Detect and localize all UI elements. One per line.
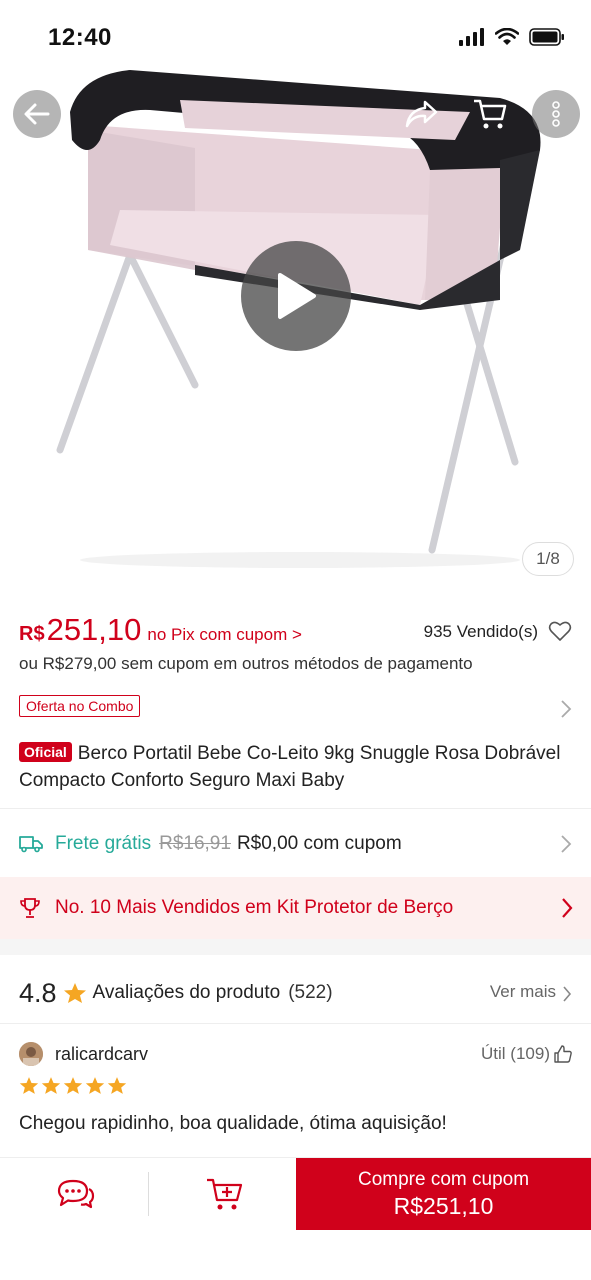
price-currency: R$	[19, 623, 45, 645]
useful-count: Útil (109)	[481, 1044, 550, 1063]
review-text: Chegou rapidinho, boa qualidade, ótima a…	[19, 1113, 447, 1134]
review-item: ralicardcarv Útil (109) Chegou rapidinho…	[19, 1040, 572, 1135]
share-icon	[405, 100, 438, 128]
star-icon	[63, 1077, 83, 1094]
best-seller-ranking[interactable]: No. 10 Mais Vendidos em Kit Protetor de …	[0, 877, 591, 939]
pix-coupon-link[interactable]: no Pix com cupom >	[147, 625, 302, 645]
ratings-count: (522)	[288, 982, 333, 1003]
status-icons	[459, 28, 565, 46]
free-shipping-label: Frete grátis	[55, 833, 152, 854]
divider	[0, 1023, 591, 1024]
share-button[interactable]	[397, 90, 445, 138]
star-icon	[85, 1077, 105, 1094]
play-video-button[interactable]	[241, 241, 351, 351]
buy-button-price: R$251,10	[393, 1192, 494, 1219]
ranking-text: No. 10 Mais Vendidos em Kit Protetor de …	[55, 897, 454, 918]
star-icon	[63, 983, 86, 1003]
trophy-icon	[20, 898, 40, 918]
chevron-right-icon	[561, 700, 572, 718]
battery-icon	[529, 28, 564, 46]
reviewer-row: ralicardcarv Útil (109)	[19, 1040, 572, 1068]
favorite-button[interactable]	[548, 620, 572, 647]
chevron-right-icon	[563, 986, 572, 1002]
shipping-old-price: R$16,91	[159, 833, 231, 854]
cart-button[interactable]	[466, 90, 514, 138]
star-icon	[107, 1077, 127, 1094]
more-vertical-icon	[552, 101, 560, 127]
section-gap	[0, 939, 591, 955]
play-icon	[278, 273, 316, 319]
cart-icon	[474, 99, 507, 129]
product-ratings-header[interactable]: 4.8 Avaliações do produto (522) Ver mais	[19, 970, 572, 1016]
truck-icon	[19, 836, 43, 853]
review-stars	[19, 1076, 572, 1095]
star-icon	[19, 1077, 39, 1094]
sold-count: 935 Vendido(s)	[423, 622, 538, 641]
chevron-right-icon	[562, 898, 573, 918]
combo-offer-tag: Oferta no Combo	[19, 695, 141, 717]
image-page-indicator: 1/8	[522, 542, 574, 576]
heart-icon	[548, 621, 572, 641]
avatar-image	[19, 1042, 43, 1066]
product-title: Berco Portatil Bebe Co-Leito 9kg Snuggle…	[19, 743, 561, 791]
reviewer-name: ralicardcarv	[55, 1043, 149, 1064]
shipping-new-price: R$0,00 com cupom	[236, 833, 402, 854]
chat-button[interactable]	[40, 1158, 110, 1230]
back-button[interactable]	[13, 90, 61, 138]
rating-score: 4.8	[19, 977, 57, 1008]
combo-offer-row[interactable]: Oferta no Combo	[19, 695, 572, 721]
more-options-button[interactable]	[532, 90, 580, 138]
chat-icon	[57, 1179, 95, 1209]
product-image-carousel[interactable]: 1/8	[0, 0, 591, 598]
buy-button-label: Compre com cupom	[357, 1168, 530, 1190]
arrow-left-icon	[24, 103, 50, 125]
shipping-row[interactable]: Frete grátis R$16,91 R$0,00 com cupom	[19, 824, 572, 864]
star-icon	[41, 1077, 61, 1094]
bottom-action-bar: Compre com cupom R$251,10	[0, 1157, 591, 1230]
thumbs-up-icon	[554, 1045, 572, 1063]
official-badge: Oficial	[19, 742, 72, 762]
buy-with-coupon-button[interactable]: Compre com cupom R$251,10	[296, 1158, 591, 1230]
wifi-icon	[495, 28, 519, 45]
product-title-block: Oficial Berco Portatil Bebe Co-Leito 9kg …	[19, 740, 561, 794]
add-to-cart-icon	[207, 1178, 243, 1210]
chevron-right-icon	[561, 835, 572, 853]
divider	[0, 808, 591, 809]
status-bar: 12:40	[0, 0, 591, 78]
price-value: 251,10	[46, 612, 142, 647]
status-time: 12:40	[48, 24, 112, 51]
price-row: R$ 251,10 no Pix com cupom > 935 Vendido…	[19, 612, 572, 652]
ratings-label: Avaliações do produto	[92, 982, 281, 1003]
divider	[148, 1172, 149, 1216]
see-more-link[interactable]: Ver mais	[490, 982, 556, 1002]
add-to-cart-button[interactable]	[190, 1158, 260, 1230]
cellular-signal-icon	[459, 28, 484, 46]
avatar[interactable]	[19, 1042, 43, 1066]
useful-button[interactable]: Útil (109)	[481, 1044, 572, 1064]
alt-price-text: ou R$279,00 sem cupom em outros métodos …	[19, 654, 473, 673]
